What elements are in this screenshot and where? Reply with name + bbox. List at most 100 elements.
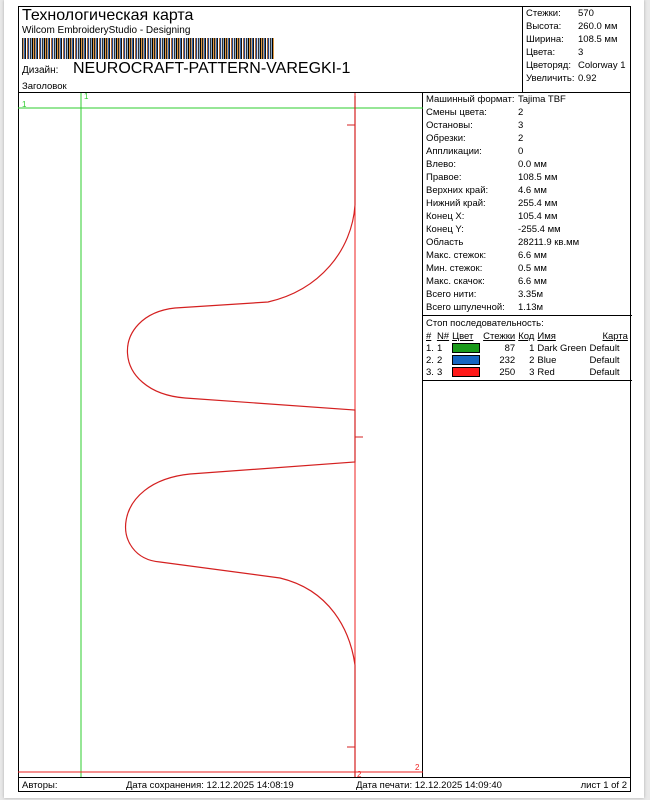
color-code: 3	[529, 366, 535, 378]
info-value: 2	[518, 133, 524, 144]
info-label: Нижний край:	[426, 198, 486, 209]
info-row: Всего нити: 3.35м	[423, 289, 632, 302]
end-marker-label: 2	[357, 770, 362, 777]
stat-label: Цвета:	[526, 47, 556, 58]
info-value: 6.6 мм	[518, 250, 547, 261]
info-row: Область 28211.9 кв.мм	[423, 237, 632, 250]
design-label: Дизайн:	[22, 65, 59, 76]
stat-label: Стежки:	[526, 8, 561, 19]
table-row: 3. 3 250 3 Red Default	[425, 366, 630, 378]
software-name: Wilcom EmbroideryStudio - Designing	[22, 25, 191, 36]
stat-label: Высота:	[526, 21, 562, 32]
color-cell	[451, 366, 482, 378]
info-label: Правое:	[426, 172, 462, 183]
chart-name: Default	[589, 354, 620, 366]
color-code: 1	[529, 342, 535, 354]
info-row: Машинный формат: Tajima TBF	[423, 94, 632, 107]
color-swatch	[452, 366, 481, 377]
info-row: Макс. скачок: 6.6 мм	[423, 276, 632, 289]
info-value: 3	[518, 120, 524, 131]
stat-row: Ширина: 108.5 мм	[526, 34, 632, 47]
table-row: 1. 1 87 1 Dark Green Default	[425, 342, 630, 354]
chart-name: Default	[589, 366, 620, 378]
info-row: Конец X: 105.4 мм	[423, 211, 632, 224]
info-value: 2	[518, 107, 524, 118]
info-value: 3.35м	[518, 289, 544, 300]
design-preview: 1 1 2 2	[18, 92, 423, 777]
info-label: Влево:	[426, 159, 457, 170]
color-code: 2	[529, 354, 535, 366]
footer: Авторы: Дата сохранения: 12.12.2025 14:0…	[18, 777, 631, 792]
stop-sequence-table: # N# Цвет Стежки Код Имя Карта 1. 1 87 1 Dark Gree…	[425, 330, 630, 378]
info-label: Смены цвета:	[426, 107, 487, 118]
needle-number: 3	[436, 366, 443, 378]
info-row: Остановы: 3	[423, 120, 632, 133]
column-header: Стежки	[483, 330, 516, 342]
info-label: Аппликации:	[426, 146, 482, 157]
info-label: Обрезки:	[426, 133, 466, 144]
info-label: Конец Y:	[426, 224, 464, 235]
stitch-count: 232	[499, 354, 516, 366]
info-value: 108.5 мм	[518, 172, 558, 183]
info-row: Конец Y: -255.4 мм	[423, 224, 632, 237]
info-label: Макс. стежок:	[426, 250, 487, 261]
start-marker-label: 1	[22, 100, 27, 109]
info-value: 0.0 мм	[518, 159, 547, 170]
needle-number: 1	[436, 342, 443, 354]
info-row: Верхних край: 4.6 мм	[423, 185, 632, 198]
info-row: Влево: 0.0 мм	[423, 159, 632, 172]
stat-label: Цветоряд:	[526, 60, 571, 71]
machine-info-panel: Машинный формат: Tajima TBF Смены цвета: 2 О…	[423, 92, 632, 381]
column-header: #	[426, 330, 432, 342]
page-number: лист 1 of 2	[580, 780, 627, 791]
info-row: Правое: 108.5 мм	[423, 172, 632, 185]
barcode	[22, 38, 274, 59]
info-value: 1.13м	[518, 302, 544, 313]
column-header: Цвет	[452, 330, 474, 342]
color-cell	[451, 342, 482, 354]
column-header: Карта	[602, 330, 628, 342]
info-label: Мин. стежок:	[426, 263, 483, 274]
stat-row: Увеличить: 0.92	[526, 73, 632, 86]
column-header: Код	[518, 330, 535, 342]
stat-label: Увеличить:	[526, 73, 575, 84]
divider	[423, 380, 632, 381]
stat-value: 0.92	[578, 73, 597, 84]
stat-row: Цветоряд: Colorway 1	[526, 60, 632, 73]
design-name: NEUROCRAFT-PATTERN-VAREGKI-1	[73, 60, 351, 77]
info-label: Остановы:	[426, 120, 473, 131]
info-label: Машинный формат:	[426, 94, 515, 105]
info-row: Всего шпулечной: 1.13м	[423, 302, 632, 315]
info-row: Макс. стежок: 6.6 мм	[423, 250, 632, 263]
needle-number: 2	[436, 354, 443, 366]
stat-row: Высота: 260.0 мм	[526, 21, 632, 34]
info-value: 255.4 мм	[518, 198, 558, 209]
info-row: Нижний край: 255.4 мм	[423, 198, 632, 211]
info-label: Всего нити:	[426, 289, 477, 300]
column-header: Имя	[537, 330, 556, 342]
color-cell	[451, 354, 482, 366]
print-date: Дата печати: 12.12.2025 14:09:40	[356, 780, 502, 791]
info-row: Смены цвета: 2	[423, 107, 632, 120]
save-date: Дата сохранения: 12.12.2025 14:08:19	[126, 780, 294, 791]
info-label: Верхних край:	[426, 185, 489, 196]
color-name: Dark Green	[537, 342, 587, 354]
step-number: 1.	[426, 342, 434, 354]
stat-value: 108.5 мм	[578, 34, 618, 45]
heading-label: Заголовок	[22, 81, 67, 92]
step-number: 2.	[426, 354, 434, 366]
page-title: Технологическая карта	[22, 7, 194, 24]
table-row: 2. 2 232 2 Blue Default	[425, 354, 630, 366]
stat-value: Colorway 1	[578, 60, 626, 71]
color-name: Blue	[537, 354, 557, 366]
stitch-count: 250	[499, 366, 516, 378]
info-label: Конец X:	[426, 211, 465, 222]
info-value: 4.6 мм	[518, 185, 547, 196]
info-value: 0	[518, 146, 524, 157]
column-header: N#	[436, 330, 450, 342]
stats-box: Стежки: 570 Высота: 260.0 мм Ширина: 108.5 мм…	[522, 6, 632, 92]
stat-row: Стежки: 570	[526, 8, 632, 21]
info-row: Аппликации: 0	[423, 146, 632, 159]
stop-sequence-title: Стоп последовательность:	[423, 315, 632, 330]
info-label: Макс. скачок:	[426, 276, 485, 287]
